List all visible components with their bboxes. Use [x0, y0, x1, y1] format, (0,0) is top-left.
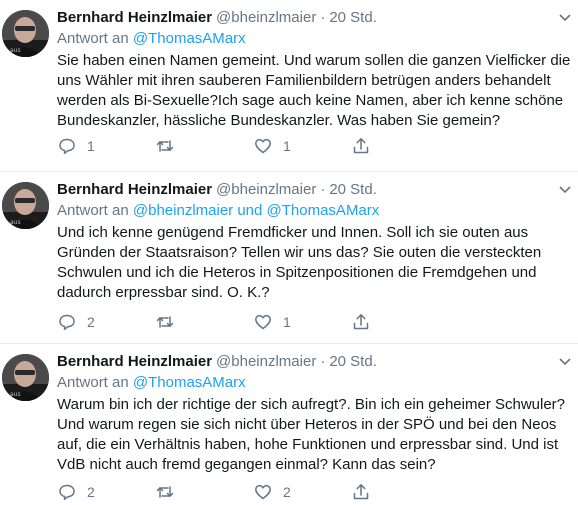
share-button[interactable] — [351, 312, 377, 332]
like-icon — [255, 138, 271, 154]
retweet-button[interactable] — [155, 136, 253, 156]
reply-count: 2 — [87, 314, 95, 330]
like-count: 1 — [283, 314, 291, 330]
timestamp[interactable]: 20 Std. — [329, 181, 377, 199]
author-name[interactable]: Bernhard Heinzlmaier — [57, 353, 212, 371]
reply-count: 2 — [87, 484, 95, 500]
reply-icon — [59, 138, 75, 155]
reply-mention-link[interactable]: @ThomasAMarx — [133, 374, 246, 391]
reply-count: 1 — [87, 138, 95, 154]
reply-mention-link[interactable]: @bheinzlmaier und @ThomasAMarx — [133, 202, 379, 219]
share-icon — [353, 484, 369, 500]
author-name[interactable]: Bernhard Heinzlmaier — [57, 181, 212, 199]
avatar-photo: aus — [2, 354, 49, 401]
avatar[interactable]: aus — [2, 10, 49, 57]
reply-icon — [59, 484, 75, 501]
reply-prefix: Antwort an — [57, 202, 129, 219]
like-count: 1 — [283, 138, 291, 154]
like-button[interactable]: 1 — [253, 312, 351, 332]
reply-button[interactable]: 2 — [57, 482, 155, 502]
tweet[interactable]: aus Bernhard Heinzlmaier @bheinzlmaier ·… — [0, 344, 578, 504]
retweet-icon — [156, 316, 174, 328]
like-button[interactable]: 1 — [253, 136, 351, 156]
author-handle[interactable]: @bheinzlmaier — [216, 9, 316, 27]
tweet-text: Und ich kenne genügend Fremdficker und I… — [57, 224, 542, 301]
reply-context: Antwort an @ThomasAMarx — [57, 373, 572, 393]
reply-icon — [59, 314, 75, 331]
tweet-text: Sie haben einen Namen gemeint. Und warum… — [57, 52, 571, 129]
share-button[interactable] — [351, 136, 377, 156]
separator: · — [320, 353, 326, 370]
tweet-actions: 2 1 — [57, 312, 377, 332]
like-count: 2 — [283, 484, 291, 500]
avatar-photo: aus — [2, 10, 49, 57]
separator: · — [320, 181, 326, 198]
timestamp[interactable]: 20 Std. — [329, 353, 377, 371]
tweet[interactable]: aus Bernhard Heinzlmaier @bheinzlmaier ·… — [0, 172, 578, 344]
like-button[interactable]: 2 — [253, 482, 351, 502]
retweet-icon — [156, 140, 174, 152]
retweet-button[interactable] — [155, 312, 253, 332]
tweet[interactable]: aus Bernhard Heinzlmaier @bheinzlmaier ·… — [0, 0, 578, 172]
avatar[interactable]: aus — [2, 182, 49, 229]
svg-text:aus: aus — [10, 219, 21, 226]
chevron-down-icon[interactable] — [558, 356, 572, 368]
reply-prefix: Antwort an — [57, 30, 129, 47]
timestamp[interactable]: 20 Std. — [329, 9, 377, 27]
svg-text:aus: aus — [10, 391, 21, 398]
reply-button[interactable]: 2 — [57, 312, 155, 332]
retweet-button[interactable] — [155, 482, 253, 502]
share-icon — [353, 314, 369, 330]
tweet-actions: 1 1 — [57, 136, 377, 156]
reply-mention-link[interactable]: @ThomasAMarx — [133, 30, 246, 47]
tweet-actions: 2 2 — [57, 482, 377, 502]
reply-button[interactable]: 1 — [57, 136, 155, 156]
chevron-down-icon[interactable] — [558, 184, 572, 196]
separator: · — [320, 9, 326, 26]
like-icon — [255, 484, 271, 500]
retweet-icon — [156, 486, 174, 498]
like-icon — [255, 314, 271, 330]
chevron-down-icon[interactable] — [558, 12, 572, 24]
share-button[interactable] — [351, 482, 377, 502]
avatar-photo: aus — [2, 182, 49, 229]
reply-context: Antwort an @bheinzlmaier und @ThomasAMar… — [57, 201, 572, 221]
author-handle[interactable]: @bheinzlmaier — [216, 353, 316, 371]
reply-context: Antwort an @ThomasAMarx — [57, 29, 572, 49]
svg-text:aus: aus — [10, 47, 21, 54]
share-icon — [353, 138, 369, 154]
tweet-text: Warum bin ich der richtige der sich aufr… — [57, 396, 566, 473]
reply-prefix: Antwort an — [57, 374, 129, 391]
author-handle[interactable]: @bheinzlmaier — [216, 181, 316, 199]
avatar[interactable]: aus — [2, 354, 49, 401]
author-name[interactable]: Bernhard Heinzlmaier — [57, 9, 212, 27]
